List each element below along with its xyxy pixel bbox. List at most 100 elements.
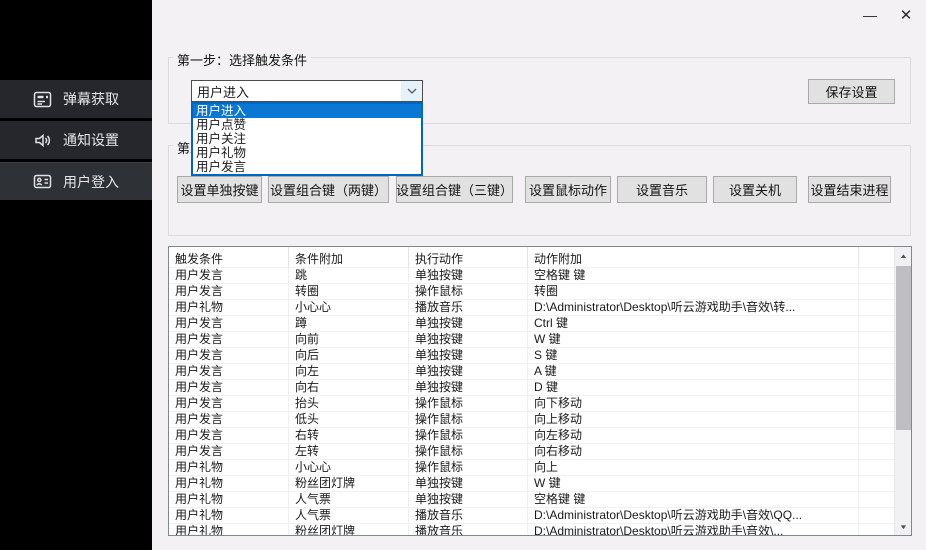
set-shutdown-button[interactable]: 设置关机 (713, 176, 797, 203)
cell-condition: 向右 (289, 380, 409, 395)
set-combo2-key-button[interactable]: 设置组合键（两键） (268, 176, 389, 203)
cell-condition: 向前 (289, 332, 409, 347)
table-row[interactable]: 用户礼物 人气票 单独按键 空格键 键 (169, 491, 894, 507)
table-row[interactable]: 用户礼物 小心心 操作鼠标 向上 (169, 459, 894, 475)
table-row[interactable]: 用户发言 跳 单独按键 空格键 键 (169, 267, 894, 283)
cell-condition: 粉丝团灯牌 (289, 524, 409, 535)
dropdown-option[interactable]: 用户礼物 (193, 146, 421, 160)
cell-trigger: 用户礼物 (169, 492, 289, 507)
cell-action: 播放音乐 (409, 524, 528, 535)
cell-extra: 向上移动 (528, 412, 859, 427)
sidebar-item-label: 通知设置 (63, 130, 119, 150)
table-scrollbar[interactable]: ▲ ▼ (894, 247, 911, 535)
table-row[interactable]: 用户礼物 粉丝团灯牌 播放音乐 D:\Administrator\Desktop… (169, 523, 894, 535)
column-header-extra[interactable]: 动作附加 (528, 247, 859, 267)
cell-action: 播放音乐 (409, 508, 528, 523)
combobox-dropdown-button[interactable] (401, 81, 422, 101)
sidebar-item-login[interactable]: 用户登入 (0, 162, 152, 200)
sidebar-item-notify[interactable]: 通知设置 (0, 121, 152, 159)
set-kill-process-button[interactable]: 设置结束进程 (808, 176, 891, 203)
cell-extra: S 键 (528, 348, 859, 363)
cell-trigger: 用户发言 (169, 348, 289, 363)
table-row[interactable]: 用户发言 抬头 操作鼠标 向下移动 (169, 395, 894, 411)
cell-empty (859, 492, 894, 507)
column-header-condition[interactable]: 条件附加 (289, 247, 409, 267)
table-row[interactable]: 用户礼物 人气票 播放音乐 D:\Administrator\Desktop\听… (169, 507, 894, 523)
cell-action: 单独按键 (409, 364, 528, 379)
cell-trigger: 用户礼物 (169, 476, 289, 491)
cell-extra: 空格键 键 (528, 268, 859, 283)
set-combo3-key-button[interactable]: 设置组合键（三键） (396, 176, 513, 203)
cell-condition: 小心心 (289, 460, 409, 475)
scroll-up-button[interactable]: ▲ (895, 247, 912, 264)
trigger-combobox[interactable]: 用户进入 (191, 80, 423, 102)
set-mouse-action-button[interactable]: 设置鼠标动作 (525, 176, 611, 203)
cell-empty (859, 364, 894, 379)
scroll-down-button[interactable]: ▼ (895, 518, 912, 535)
cell-action: 操作鼠标 (409, 396, 528, 411)
cell-condition: 人气票 (289, 508, 409, 523)
dropdown-option[interactable]: 用户进入 (193, 104, 421, 118)
table-row[interactable]: 用户礼物 小心心 播放音乐 D:\Administrator\Desktop\听… (169, 299, 894, 315)
table-row[interactable]: 用户发言 转圈 操作鼠标 转圈 (169, 283, 894, 299)
cell-extra: W 键 (528, 332, 859, 347)
cell-extra: Ctrl 键 (528, 316, 859, 331)
cell-action: 单独按键 (409, 348, 528, 363)
cell-empty (859, 300, 894, 315)
save-settings-button[interactable]: 保存设置 (808, 79, 895, 104)
table-row[interactable]: 用户发言 蹲 单独按键 Ctrl 键 (169, 315, 894, 331)
cell-trigger: 用户发言 (169, 396, 289, 411)
dropdown-option[interactable]: 用户关注 (193, 132, 421, 146)
cell-empty (859, 412, 894, 427)
table-row[interactable]: 用户发言 向前 单独按键 W 键 (169, 331, 894, 347)
cell-trigger: 用户发言 (169, 268, 289, 283)
minimize-button[interactable]: — (856, 2, 884, 28)
cell-empty (859, 508, 894, 523)
table-row[interactable]: 用户发言 向右 单独按键 D 键 (169, 379, 894, 395)
column-header-trigger[interactable]: 触发条件 (169, 247, 289, 267)
actions-table: 触发条件 条件附加 执行动作 动作附加 用户发言 跳 单独按键 空格键 键 用户… (168, 246, 912, 536)
cell-empty (859, 476, 894, 491)
cell-empty (859, 316, 894, 331)
table-row[interactable]: 用户发言 低头 操作鼠标 向上移动 (169, 411, 894, 427)
cell-extra: A 键 (528, 364, 859, 379)
cell-trigger: 用户发言 (169, 332, 289, 347)
cell-action: 单独按键 (409, 332, 528, 347)
dropdown-option[interactable]: 用户点赞 (193, 118, 421, 132)
cell-empty (859, 284, 894, 299)
cell-trigger: 用户发言 (169, 364, 289, 379)
minimize-icon: — (863, 7, 877, 23)
cell-trigger: 用户礼物 (169, 524, 289, 535)
cell-condition: 向后 (289, 348, 409, 363)
cell-empty (859, 428, 894, 443)
cell-condition: 跳 (289, 268, 409, 283)
table-body: 用户发言 跳 单独按键 空格键 键 用户发言 转圈 操作鼠标 转圈 用户礼物 (169, 267, 894, 535)
column-header-action[interactable]: 执行动作 (409, 247, 528, 267)
cell-trigger: 用户发言 (169, 428, 289, 443)
cell-trigger: 用户发言 (169, 380, 289, 395)
set-single-key-button[interactable]: 设置单独按键 (177, 176, 262, 203)
cell-extra: D:\Administrator\Desktop\听云游戏助手\音效\转... (528, 300, 859, 315)
cell-extra: D:\Administrator\Desktop\听云游戏助手\音效\... (528, 524, 859, 535)
cell-condition: 右转 (289, 428, 409, 443)
cell-action: 单独按键 (409, 476, 528, 491)
cell-action: 操作鼠标 (409, 284, 528, 299)
cell-extra: 向左移动 (528, 428, 859, 443)
cell-empty (859, 268, 894, 283)
table-row[interactable]: 用户发言 向后 单独按键 S 键 (169, 347, 894, 363)
cell-trigger: 用户发言 (169, 444, 289, 459)
cell-trigger: 用户发言 (169, 316, 289, 331)
cell-action: 操作鼠标 (409, 428, 528, 443)
close-icon: ✕ (900, 6, 913, 24)
close-button[interactable]: ✕ (892, 2, 920, 28)
table-row[interactable]: 用户发言 左转 操作鼠标 向右移动 (169, 443, 894, 459)
table-row[interactable]: 用户发言 右转 操作鼠标 向左移动 (169, 427, 894, 443)
scroll-thumb[interactable] (896, 266, 911, 430)
cell-condition: 向左 (289, 364, 409, 379)
table-row[interactable]: 用户礼物 粉丝团灯牌 单独按键 W 键 (169, 475, 894, 491)
set-music-button[interactable]: 设置音乐 (617, 176, 707, 203)
sidebar-item-danmaku[interactable]: 弹幕获取 (0, 80, 152, 118)
table-row[interactable]: 用户发言 向左 单独按键 A 键 (169, 363, 894, 379)
cell-condition: 小心心 (289, 300, 409, 315)
dropdown-option[interactable]: 用户发言 (193, 160, 421, 174)
